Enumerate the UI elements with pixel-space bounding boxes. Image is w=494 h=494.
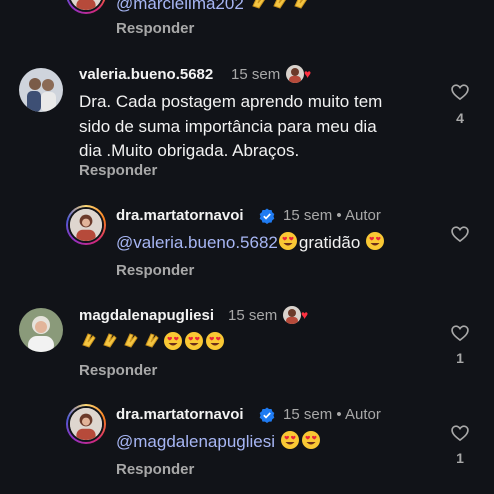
emoji-comment	[79, 331, 226, 356]
like-heart-icon[interactable]	[450, 423, 470, 443]
separator-dot: •	[336, 406, 342, 423]
comment-text: gratidão	[298, 233, 361, 252]
heart-icon: ♥	[304, 67, 312, 81]
timestamp: 15 sem	[283, 406, 333, 423]
reply-button[interactable]: Responder	[116, 461, 194, 478]
separator-dot: •	[336, 207, 342, 224]
author-label: Autor	[344, 406, 381, 423]
author-liked-avatar	[286, 65, 304, 83]
author-label: Autor	[344, 207, 381, 224]
verified-badge-icon	[259, 407, 275, 423]
mention-link[interactable]: @magdalenapugliesi	[116, 432, 275, 451]
timestamp: 15 sem	[231, 66, 281, 83]
reply-button[interactable]: Responder	[79, 362, 157, 379]
heart-eyes-emoji	[163, 332, 184, 352]
author-avatar[interactable]	[66, 404, 106, 444]
timestamp: 15 sem	[283, 207, 333, 224]
heart-eyes-emoji	[365, 232, 386, 252]
clap-emoji	[291, 0, 312, 13]
like-count: 1	[456, 350, 464, 366]
user-avatar[interactable]	[19, 68, 63, 112]
mention-link[interactable]: @marcielima202	[116, 0, 244, 13]
username[interactable]: dra.martatornavoi	[116, 406, 244, 423]
comment-text-line: Dra. Cada postagem aprendo muito tem	[79, 92, 383, 111]
heart-eyes-emoji	[280, 431, 301, 451]
user-avatar[interactable]	[19, 308, 63, 352]
like-count: 4	[456, 110, 464, 126]
clap-emoji	[270, 0, 291, 13]
reply-button[interactable]: Responder	[116, 20, 194, 37]
heart-eyes-emoji	[184, 332, 205, 352]
clap-emoji	[121, 333, 142, 352]
username[interactable]: magdalenapugliesi	[79, 307, 214, 324]
like-heart-icon[interactable]	[450, 224, 470, 244]
heart-icon: ♥	[301, 308, 309, 322]
like-heart-icon[interactable]	[450, 82, 470, 102]
comment-text-line: dia .Muito obrigada. Abraços.	[79, 141, 300, 160]
username[interactable]: dra.martatornavoi	[116, 207, 244, 224]
heart-eyes-emoji	[205, 332, 226, 352]
clap-emoji	[142, 333, 163, 352]
clap-emoji	[79, 333, 100, 352]
verified-badge-icon	[259, 208, 275, 224]
heart-eyes-emoji	[278, 232, 299, 252]
clap-emoji	[249, 0, 270, 13]
mention-link[interactable]: @valeria.bueno.5682	[116, 233, 278, 252]
reply-button[interactable]: Responder	[79, 162, 157, 179]
username[interactable]: valeria.bueno.5682	[79, 66, 213, 83]
like-heart-icon[interactable]	[450, 323, 470, 343]
timestamp: 15 sem	[228, 307, 278, 324]
clap-emoji	[100, 333, 121, 352]
like-count: 1	[456, 450, 464, 466]
heart-eyes-emoji	[301, 431, 322, 451]
author-avatar-partial[interactable]	[66, 0, 106, 14]
reply-button[interactable]: Responder	[116, 262, 194, 279]
author-liked-avatar	[283, 306, 301, 324]
comment-text-line: sido de suma importância para meu dia	[79, 116, 377, 136]
author-avatar[interactable]	[66, 205, 106, 245]
